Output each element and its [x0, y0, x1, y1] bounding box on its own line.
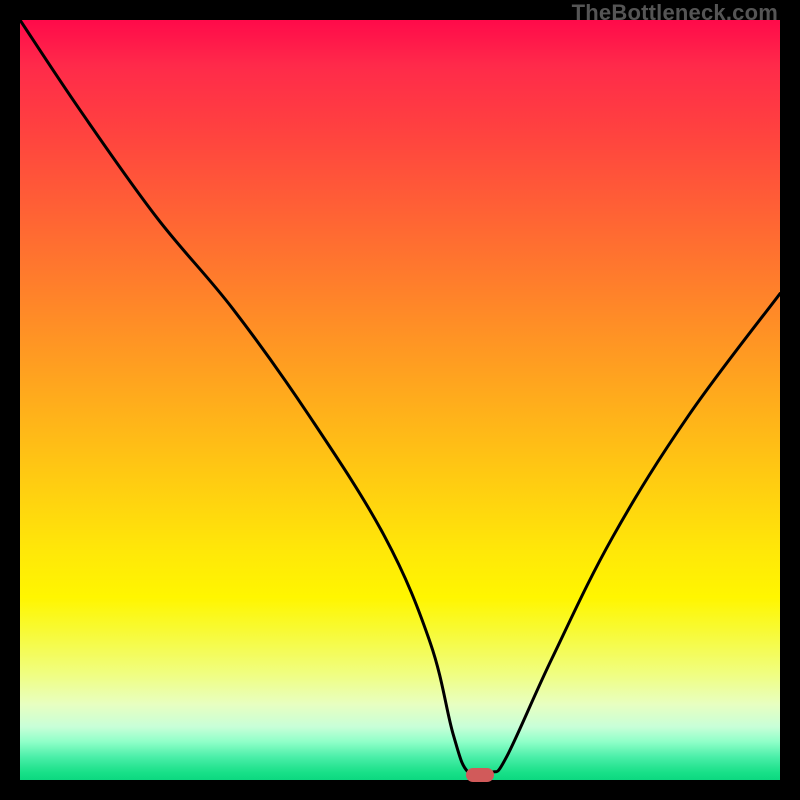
optimal-point-marker	[466, 768, 494, 782]
attribution-text: TheBottleneck.com	[572, 0, 778, 26]
plot-area	[20, 20, 780, 780]
bottleneck-curve	[20, 20, 780, 780]
chart-container: TheBottleneck.com	[0, 0, 800, 800]
